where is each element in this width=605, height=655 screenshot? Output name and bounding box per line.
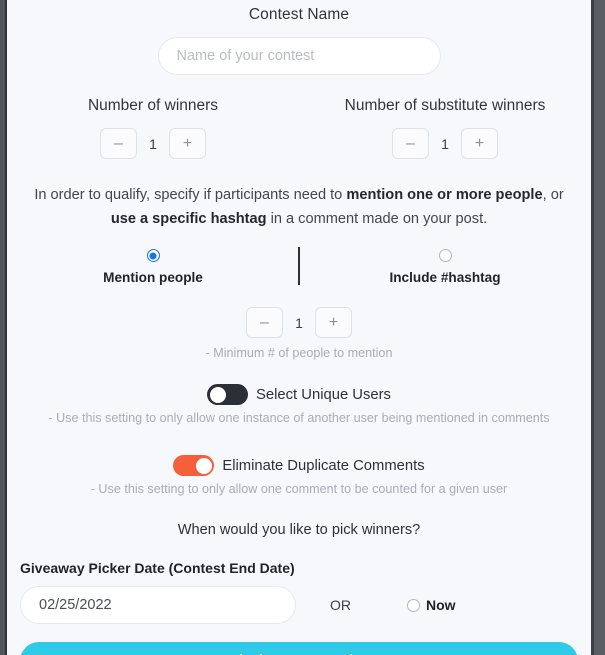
unique-users-setting: Select Unique Users - Use this setting t… <box>7 384 591 425</box>
or-separator-label: OR <box>330 597 351 613</box>
winners-stepper: – 1 + <box>7 128 299 159</box>
duplicate-comments-toggle-row: Eliminate Duplicate Comments <box>7 455 591 476</box>
duplicate-comments-setting: Eliminate Duplicate Comments - Use this … <box>7 455 591 496</box>
qualify-text-part3: in a comment made on your post. <box>266 211 488 227</box>
substitute-winners-column: Number of substitute winners – 1 + <box>299 97 591 159</box>
contest-name-input[interactable] <box>157 37 441 75</box>
right-gutter-edge <box>591 0 594 655</box>
winners-decrement-button[interactable]: – <box>100 128 137 159</box>
substitute-winners-label: Number of substitute winners <box>344 97 546 114</box>
contest-settings-panel: Contest Name Number of winners – 1 + Num… <box>7 0 591 655</box>
qualify-text-bold2: use a specific hashtag <box>110 211 267 227</box>
choice-mention-people-label: Mention people <box>103 270 203 285</box>
radio-include-hashtag[interactable] <box>438 249 452 263</box>
unique-users-toggle-row: Select Unique Users <box>7 384 591 405</box>
substitute-winners-stepper: – 1 + <box>299 128 591 159</box>
min-mention-hint: - Minimum # of people to mention <box>205 346 393 360</box>
winner-counters: Number of winners – 1 + Number of substi… <box>7 97 591 159</box>
eliminate-duplicate-comments-hint: - Use this setting to only allow one com… <box>90 482 508 496</box>
substitute-winners-value: 1 <box>441 135 449 152</box>
radio-now[interactable] <box>407 598 420 612</box>
contest-name-title: Contest Name <box>248 6 350 23</box>
radio-mention-people[interactable] <box>146 249 160 263</box>
date-row: OR Now <box>7 586 591 624</box>
now-option[interactable]: Now <box>407 597 456 613</box>
browser-viewport: Contest Name Number of winners – 1 + Num… <box>0 0 605 655</box>
select-unique-users-label: Select Unique Users <box>256 386 391 403</box>
giveaway-picker-date-label: Giveaway Picker Date (Contest End Date) <box>20 560 295 576</box>
winners-column: Number of winners – 1 + <box>7 97 299 159</box>
right-scrollbar-gutter[interactable] <box>591 0 605 655</box>
left-page-gutter <box>0 0 7 655</box>
now-label: Now <box>426 597 456 613</box>
winners-label: Number of winners <box>87 97 219 114</box>
choice-mention-people[interactable]: Mention people <box>7 247 299 293</box>
eliminate-duplicate-comments-toggle[interactable] <box>173 455 215 476</box>
min-mention-stepper: – 1 + <box>7 307 591 338</box>
min-mention-section: – 1 + - Minimum # of people to mention <box>7 307 591 360</box>
min-mention-increment-button[interactable]: + <box>315 307 352 338</box>
qualification-mode-choices: Mention people Include #hashtag <box>7 247 591 293</box>
giveaway-picker-date-input[interactable] <box>20 586 296 624</box>
qualify-text-bold1: mention one or more people <box>346 187 543 203</box>
winners-increment-button[interactable]: + <box>169 128 206 159</box>
qualify-text-part2: , or <box>542 187 564 203</box>
qualify-description: In order to qualify, specify if particip… <box>21 183 577 231</box>
toggle-knob <box>209 386 226 403</box>
substitute-winners-increment-button[interactable]: + <box>461 128 498 159</box>
choice-include-hashtag-label: Include #hashtag <box>389 270 501 285</box>
choice-include-hashtag[interactable]: Include #hashtag <box>299 247 591 293</box>
qualify-text-part1: In order to qualify, specify if particip… <box>34 187 347 203</box>
choices-divider <box>298 247 300 285</box>
winners-value: 1 <box>149 135 157 152</box>
eliminate-duplicate-comments-label: Eliminate Duplicate Comments <box>222 457 425 474</box>
submit-contest-settings-button[interactable]: Submit Contest Settings <box>20 642 578 655</box>
select-unique-users-toggle[interactable] <box>207 384 249 405</box>
toggle-knob <box>195 457 212 474</box>
substitute-winners-decrement-button[interactable]: – <box>392 128 429 159</box>
pick-winners-question: When would you like to pick winners? <box>177 522 421 538</box>
min-mention-decrement-button[interactable]: – <box>246 307 283 338</box>
min-mention-value: 1 <box>295 314 303 331</box>
select-unique-users-hint: - Use this setting to only allow one ins… <box>48 411 550 425</box>
